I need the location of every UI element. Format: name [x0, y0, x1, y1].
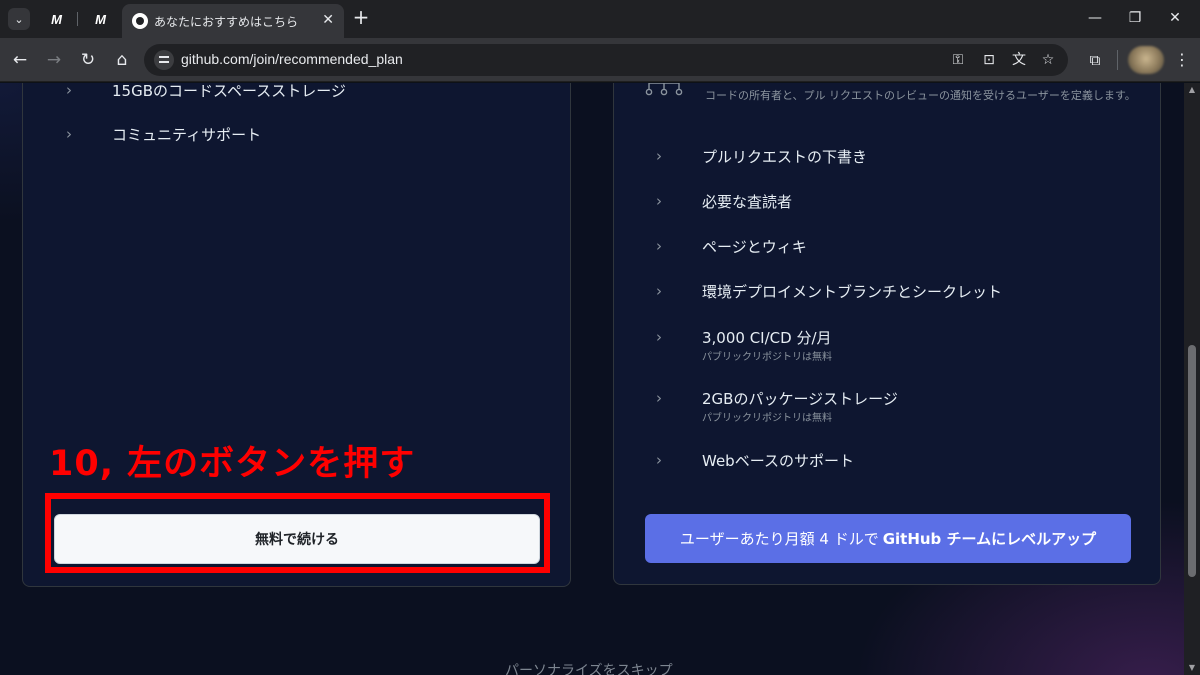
scroll-up-icon[interactable]: ▲: [1187, 85, 1197, 94]
minimize-icon[interactable]: —: [1078, 6, 1112, 30]
feature-subtitle: パブリックリポジトリは無料: [702, 352, 832, 363]
feature-title: 必要な査読者: [702, 193, 793, 211]
chevron-right-icon: ›: [66, 125, 72, 143]
scroll-thumb[interactable]: [1188, 345, 1196, 577]
pinned-tab-label: M: [51, 11, 62, 27]
forward-icon[interactable]: →: [42, 48, 66, 72]
active-tab[interactable]: あなたにおすすめはこちら ✕: [122, 4, 344, 38]
upgrade-team-button[interactable]: ユーザーあたり月額 4 ドルで GitHub チームにレベルアップ: [645, 514, 1131, 563]
profile-avatar[interactable]: [1128, 46, 1164, 74]
page-scrollbar[interactable]: ▲ ▼: [1184, 83, 1200, 675]
bookmark-star-icon[interactable]: ☆: [1039, 52, 1057, 68]
chevron-right-icon: ›: [656, 147, 662, 165]
skip-personalization-link[interactable]: パーソナライズをスキップ: [505, 660, 673, 675]
feature-title: 環境デプロイメントブランチとシークレット: [702, 283, 1003, 301]
feature-title: ページとウィキ: [702, 238, 807, 256]
reload-icon[interactable]: ↻: [76, 48, 100, 72]
code-owners-icon: [645, 83, 683, 96]
extensions-icon[interactable]: ⧉: [1084, 49, 1106, 71]
continue-free-button[interactable]: 無料で続ける: [54, 514, 540, 564]
restore-icon[interactable]: ❐: [1118, 6, 1152, 30]
chevron-right-icon: ›: [656, 192, 662, 210]
toolbar-divider: [1117, 50, 1118, 70]
feature-subtitle: パブリックリポジトリは無料: [702, 413, 832, 424]
pinned-tab-label: M: [95, 11, 106, 27]
pinned-tab-2[interactable]: M: [86, 8, 114, 30]
feature-title: 2GBのパッケージストレージ: [702, 390, 898, 408]
address-bar[interactable]: github.com/join/recommended_plan ⚿ ⊡ 文 ☆: [144, 44, 1068, 76]
translate-icon[interactable]: 文: [1010, 52, 1028, 68]
site-info-icon[interactable]: [154, 50, 174, 70]
tab-search-icon[interactable]: ⌄: [8, 8, 30, 30]
github-icon: [132, 13, 148, 29]
page-content: › 15GBのコードスペースストレージ › コミュニティサポート コードの所有者…: [0, 83, 1184, 675]
chevron-right-icon: ›: [656, 282, 662, 300]
scroll-down-icon[interactable]: ▼: [1187, 663, 1197, 672]
chevron-right-icon: ›: [656, 237, 662, 255]
url-text[interactable]: github.com/join/recommended_plan: [181, 51, 403, 67]
chevron-right-icon: ›: [656, 389, 662, 407]
feature-title: 3,000 CI/CD 分/月: [702, 329, 832, 347]
upgrade-price-text: ユーザーあたり月額 4 ドルで: [679, 530, 879, 548]
feature-title: Webベースのサポート: [702, 452, 854, 470]
feature-title: プルリクエストの下書き: [702, 148, 868, 166]
new-tab-button[interactable]: +: [350, 7, 372, 29]
browser-toolbar: ← → ↻ ⌂ github.com/join/recommended_plan…: [0, 38, 1200, 82]
team-plan-card: [613, 83, 1161, 585]
home-icon[interactable]: ⌂: [110, 48, 134, 72]
back-icon[interactable]: ←: [8, 48, 32, 72]
tab-divider: [77, 12, 78, 26]
chevron-right-icon: ›: [66, 83, 72, 99]
pinned-tab-1[interactable]: M: [42, 8, 70, 30]
close-tab-icon[interactable]: ✕: [322, 12, 334, 28]
tab-bar: ⌄ M M あなたにおすすめはこちら ✕ + — ❐ ✕: [0, 0, 1200, 38]
password-key-icon[interactable]: ⚿: [949, 52, 967, 68]
chevron-right-icon: ›: [656, 451, 662, 469]
menu-dots-icon[interactable]: ⋮: [1172, 49, 1192, 71]
upgrade-plan-text: GitHub チームにレベルアップ: [882, 530, 1097, 548]
tutorial-annotation: 10, 左のボタンを押す: [49, 444, 416, 484]
tab-title: あなたにおすすめはこちら: [154, 15, 299, 29]
feature-title: コミュニティサポート: [112, 126, 262, 144]
feature-title: 15GBのコードスペースストレージ: [112, 83, 346, 100]
chevron-right-icon: ›: [656, 328, 662, 346]
install-app-icon[interactable]: ⊡: [980, 52, 998, 68]
close-window-icon[interactable]: ✕: [1158, 6, 1192, 30]
code-owners-description: コードの所有者と、プル リクエストのレビューの通知を受けるユーザーを定義します。: [705, 89, 1136, 102]
